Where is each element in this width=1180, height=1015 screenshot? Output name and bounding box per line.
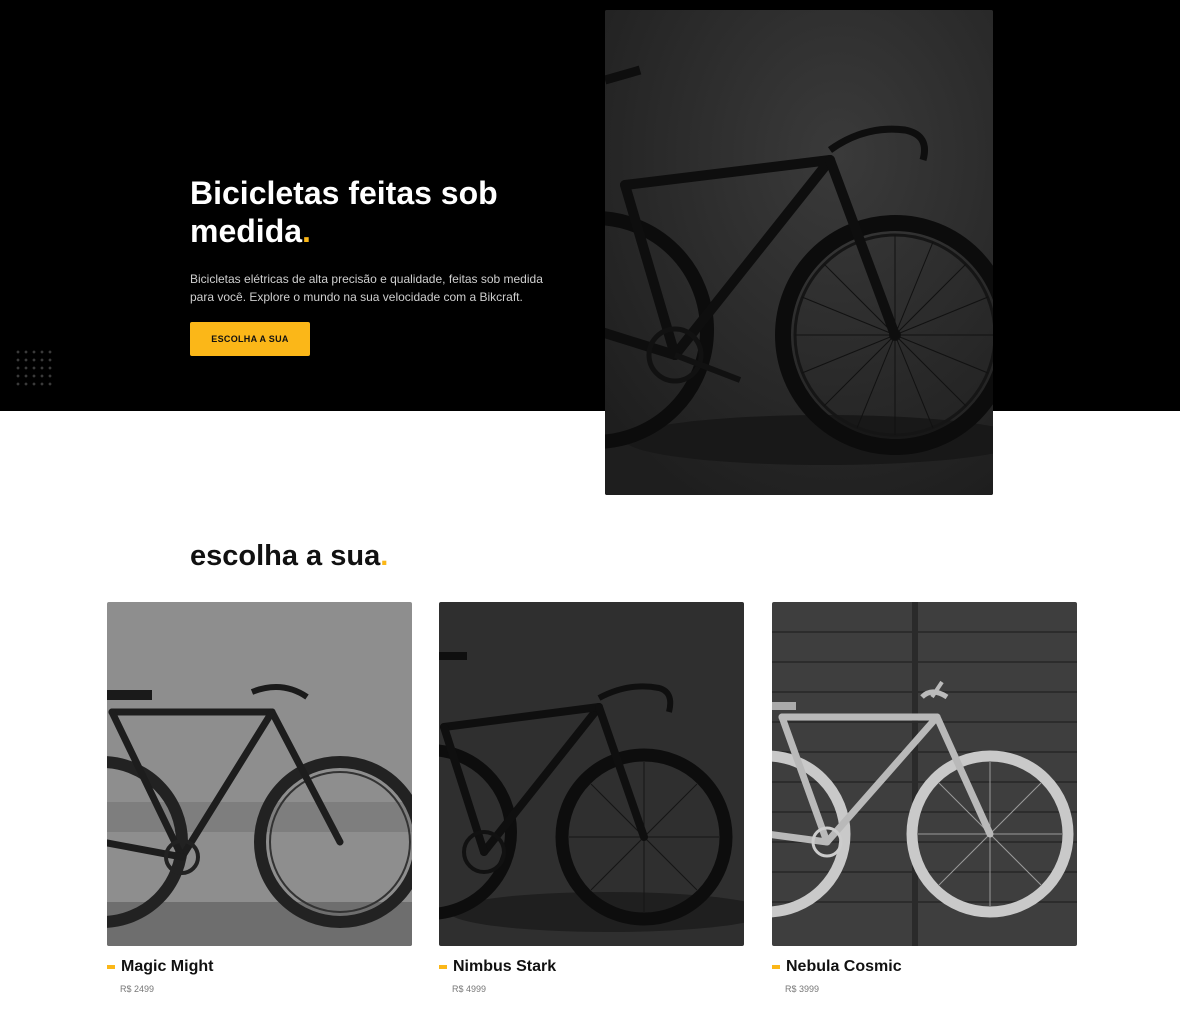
products-section-title-dot: . <box>380 540 389 572</box>
product-price: R$ 4999 <box>452 984 487 994</box>
hero-title-dot: . <box>302 213 311 249</box>
product-image[interactable] <box>772 602 1077 946</box>
product-price: R$ 2499 <box>120 984 155 994</box>
accent-bar <box>439 965 447 969</box>
products-section-title: escolha a sua. <box>190 538 388 574</box>
hero-title-text: Bicicletas feitas sob medida <box>190 175 498 249</box>
products-section-title-text: escolha a sua <box>190 540 381 572</box>
product-name[interactable]: Nebula Cosmic <box>786 958 902 976</box>
decorative-dots <box>14 348 54 388</box>
product-image[interactable] <box>439 602 744 946</box>
product-name[interactable]: Magic Might <box>121 958 213 976</box>
product-name[interactable]: Nimbus Stark <box>453 958 556 976</box>
product-name-row: Magic Might <box>107 958 213 976</box>
choose-yours-button[interactable]: ESCOLHA A SUA <box>190 322 310 356</box>
product-name-row: Nebula Cosmic <box>772 958 902 976</box>
accent-bar <box>107 965 115 969</box>
product-card-nebula-cosmic[interactable]: Nebula Cosmic R$ 3999 <box>772 602 1077 994</box>
product-card-nimbus-stark[interactable]: Nimbus Stark R$ 4999 <box>439 602 744 994</box>
accent-bar <box>772 965 780 969</box>
hero-description: Bicicletas elétricas de alta precisão e … <box>190 272 543 304</box>
product-image[interactable] <box>107 602 412 946</box>
hero-section: Bicicletas feitas sob medida. Bicicletas… <box>0 0 1180 411</box>
product-card-magic-might[interactable]: Magic Might R$ 2499 <box>107 602 412 994</box>
hero-title: Bicicletas feitas sob medida. <box>190 174 590 250</box>
product-name-row: Nimbus Stark <box>439 958 556 976</box>
hero-bike-photo <box>605 10 993 495</box>
product-price: R$ 3999 <box>785 984 820 994</box>
